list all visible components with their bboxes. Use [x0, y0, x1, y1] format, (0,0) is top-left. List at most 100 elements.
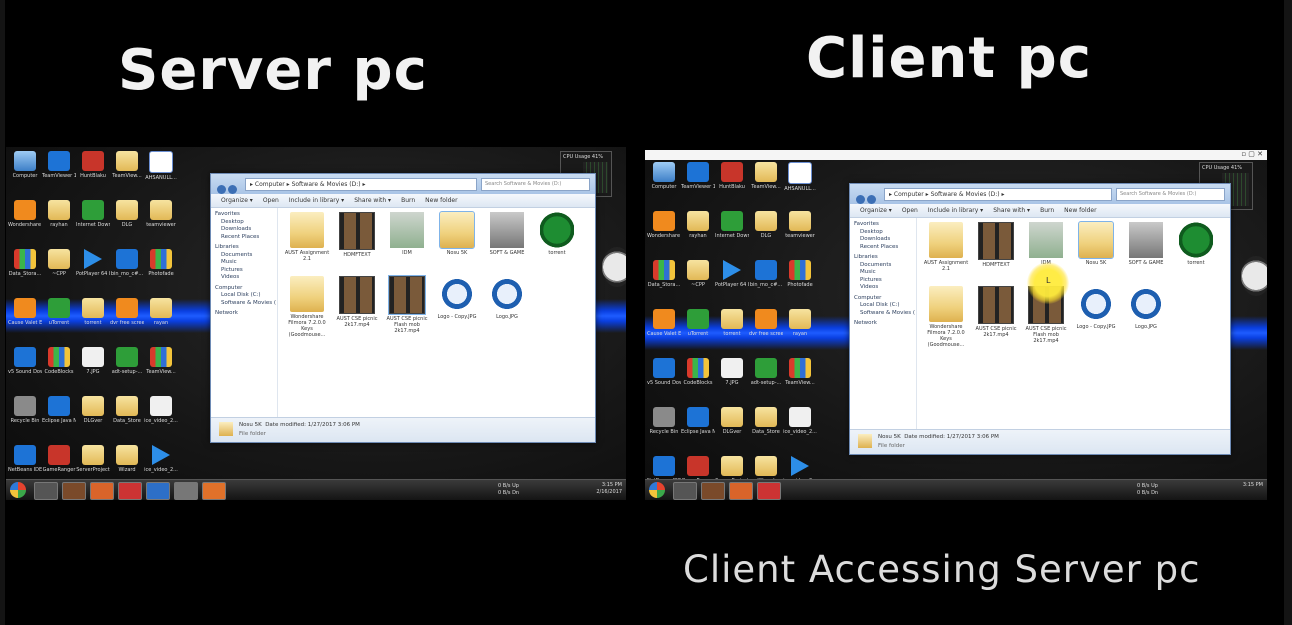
nav-item-favorites[interactable]: Favorites [211, 211, 277, 219]
desktop-icon[interactable]: Cause Valet EMRF2 [8, 298, 42, 342]
desktop-icon[interactable]: Cause Valet EMRF2 [647, 309, 681, 353]
back-arrow-icon[interactable] [217, 185, 226, 194]
file-item[interactable]: Logo.JPG [484, 276, 530, 320]
taskbar-firefox-icon[interactable] [90, 482, 114, 500]
desktop-icon[interactable]: Computer [647, 162, 681, 206]
start-button-icon[interactable] [10, 482, 26, 498]
toolbar-button[interactable]: Burn [401, 197, 415, 204]
desktop-icon[interactable]: DLG [110, 200, 144, 244]
desktop-icon[interactable]: torrent [715, 309, 749, 353]
desktop-icon[interactable]: TeamView... [749, 162, 783, 206]
nav-item-software-movies[interactable]: Software & Movies ( [850, 310, 916, 318]
nav-item-desktop[interactable]: Desktop [211, 219, 277, 227]
toolbar-button[interactable]: Organize ▾ [860, 207, 892, 214]
desktop-icon[interactable]: rayan [144, 298, 178, 342]
nav-item-libraries[interactable]: Libraries [850, 254, 916, 262]
desktop-icon[interactable]: rayhan [42, 200, 76, 244]
desktop-icon[interactable]: AHSANULL... [144, 151, 178, 195]
desktop-icon[interactable]: PotPlayer 64 bit [715, 260, 749, 304]
toolbar-button[interactable]: Organize ▾ [221, 197, 253, 204]
nav-item-computer[interactable]: Computer [211, 285, 277, 293]
address-bar[interactable]: ▸ Computer ▸ Software & Movies (D:) ▸ [884, 188, 1112, 201]
desktop-icon[interactable]: Data_Stora... [647, 260, 681, 304]
nav-item-network[interactable]: Network [211, 310, 277, 318]
desktop-icon[interactable]: ~CPP [42, 249, 76, 293]
desktop-icon[interactable]: uTorrent [681, 309, 715, 353]
toolbar-button[interactable]: Open [902, 207, 918, 214]
toolbar-button[interactable]: Burn [1040, 207, 1054, 214]
desktop-icon[interactable]: rayhan [681, 211, 715, 255]
desktop-icon[interactable]: Data_Store [110, 396, 144, 440]
desktop-icon[interactable]: adt-setup-... [110, 347, 144, 391]
desktop-icon[interactable]: ~CPP [681, 260, 715, 304]
taskbar-media-icon[interactable] [62, 482, 86, 500]
toolbar-button[interactable]: Include in library ▾ [928, 207, 983, 214]
system-clock[interactable]: 3:15 PM [1243, 482, 1263, 489]
system-clock[interactable]: 3:15 PM 2/16/2017 [596, 482, 622, 496]
back-arrow-icon[interactable] [856, 195, 865, 204]
desktop-icon[interactable]: v5 Sound Downlo... [8, 347, 42, 391]
taskbar-firefox-icon[interactable] [729, 482, 753, 500]
desktop-icon[interactable]: Photofade [783, 260, 817, 304]
nav-item-local-disk-c[interactable]: Local Disk (C:) [850, 302, 916, 310]
desktop-icon[interactable]: HuntBlaku [715, 162, 749, 206]
toolbar-button[interactable]: New folder [1064, 207, 1096, 214]
nav-item-network[interactable]: Network [850, 320, 916, 328]
nav-item-documents[interactable]: Documents [850, 262, 916, 270]
desktop-icon[interactable]: adt-setup-... [749, 358, 783, 402]
toolbar-button[interactable]: Share with ▾ [993, 207, 1030, 214]
desktop-icon[interactable]: Internet Downlo... [715, 211, 749, 255]
nav-item-music[interactable]: Music [211, 259, 277, 267]
desktop-icon[interactable]: DLGver [715, 407, 749, 451]
nav-item-downloads[interactable]: Downloads [850, 236, 916, 244]
desktop-icon[interactable]: Wondershare Screen... [647, 211, 681, 255]
file-item[interactable]: AUST CSE picnic Flash mob 2k17.mp4 [384, 275, 430, 334]
desktop-icon[interactable]: Photofade [144, 249, 178, 293]
desktop-icon[interactable]: ice_video_2... [783, 407, 817, 451]
desktop-icon[interactable]: HuntBlaku [76, 151, 110, 195]
file-item[interactable]: HDMFTEXT [334, 212, 380, 258]
file-item[interactable]: AUST Assignment 2.1 [284, 212, 330, 262]
desktop-icon[interactable]: Data_Store [749, 407, 783, 451]
desktop-icon[interactable]: TeamViewer 12 [681, 162, 715, 206]
file-item[interactable]: IDM [384, 212, 430, 256]
file-item[interactable]: Logo.JPG [1123, 286, 1169, 330]
desktop-icon[interactable]: PotPlayer 64 bit [76, 249, 110, 293]
nav-item-pictures[interactable]: Pictures [850, 277, 916, 285]
taskbar-chrome-icon[interactable] [757, 482, 781, 500]
desktop-icon[interactable]: Recycle Bin [647, 407, 681, 451]
toolbar-button[interactable]: Share with ▾ [354, 197, 391, 204]
desktop-icon[interactable]: Data_Stora... [8, 249, 42, 293]
window-controls[interactable]: ▫ ▢ ✕ [1229, 150, 1263, 159]
nav-item-videos[interactable]: Videos [850, 284, 916, 292]
desktop-icon[interactable]: Eclipse Java Neon [42, 396, 76, 440]
explorer-titlebar[interactable]: ▸ Computer ▸ Software & Movies (D:) ▸ Se… [211, 174, 595, 194]
taskbar-explorer-icon[interactable] [673, 482, 697, 500]
nav-item-computer[interactable]: Computer [850, 295, 916, 303]
file-item[interactable]: AUST CSE picnic 2k17.mp4 [973, 286, 1019, 338]
remote-window-titlebar[interactable]: ▫ ▢ ✕ [645, 150, 1267, 160]
back-forward-buttons[interactable] [217, 179, 239, 194]
desktop-icon[interactable]: uTorrent [42, 298, 76, 342]
file-item[interactable]: torrent [1173, 222, 1219, 266]
client-file-explorer-window[interactable]: ▸ Computer ▸ Software & Movies (D:) ▸ Se… [849, 183, 1231, 455]
desktop-icon[interactable]: TeamView... [783, 358, 817, 402]
back-forward-buttons[interactable] [856, 189, 878, 204]
toolbar-button[interactable]: Include in library ▾ [289, 197, 344, 204]
desktop-icon[interactable]: Computer [8, 151, 42, 195]
desktop-icon[interactable]: Eclipse Java Neon [681, 407, 715, 451]
desktop-icon[interactable]: TeamView... [144, 347, 178, 391]
desktop-icon[interactable]: Wondershare Screen... [8, 200, 42, 244]
nav-item-software-movies[interactable]: Software & Movies ( [211, 300, 277, 308]
toolbar-button[interactable]: New folder [425, 197, 457, 204]
file-item[interactable]: IDM [1023, 222, 1069, 266]
taskbar-media-icon[interactable] [701, 482, 725, 500]
desktop-icon[interactable]: 7.JPG [76, 347, 110, 391]
file-item[interactable]: Nosu 5K [1073, 221, 1119, 266]
desktop-icon[interactable]: CodeBlocks [681, 358, 715, 402]
nav-item-local-disk-c[interactable]: Local Disk (C:) [211, 292, 277, 300]
taskbar-chrome-icon[interactable] [118, 482, 142, 500]
file-item[interactable]: SOFT & GAME [484, 212, 530, 256]
desktop-icon[interactable]: DLGver [76, 396, 110, 440]
desktop-icon[interactable]: AHSANULL... [783, 162, 817, 206]
